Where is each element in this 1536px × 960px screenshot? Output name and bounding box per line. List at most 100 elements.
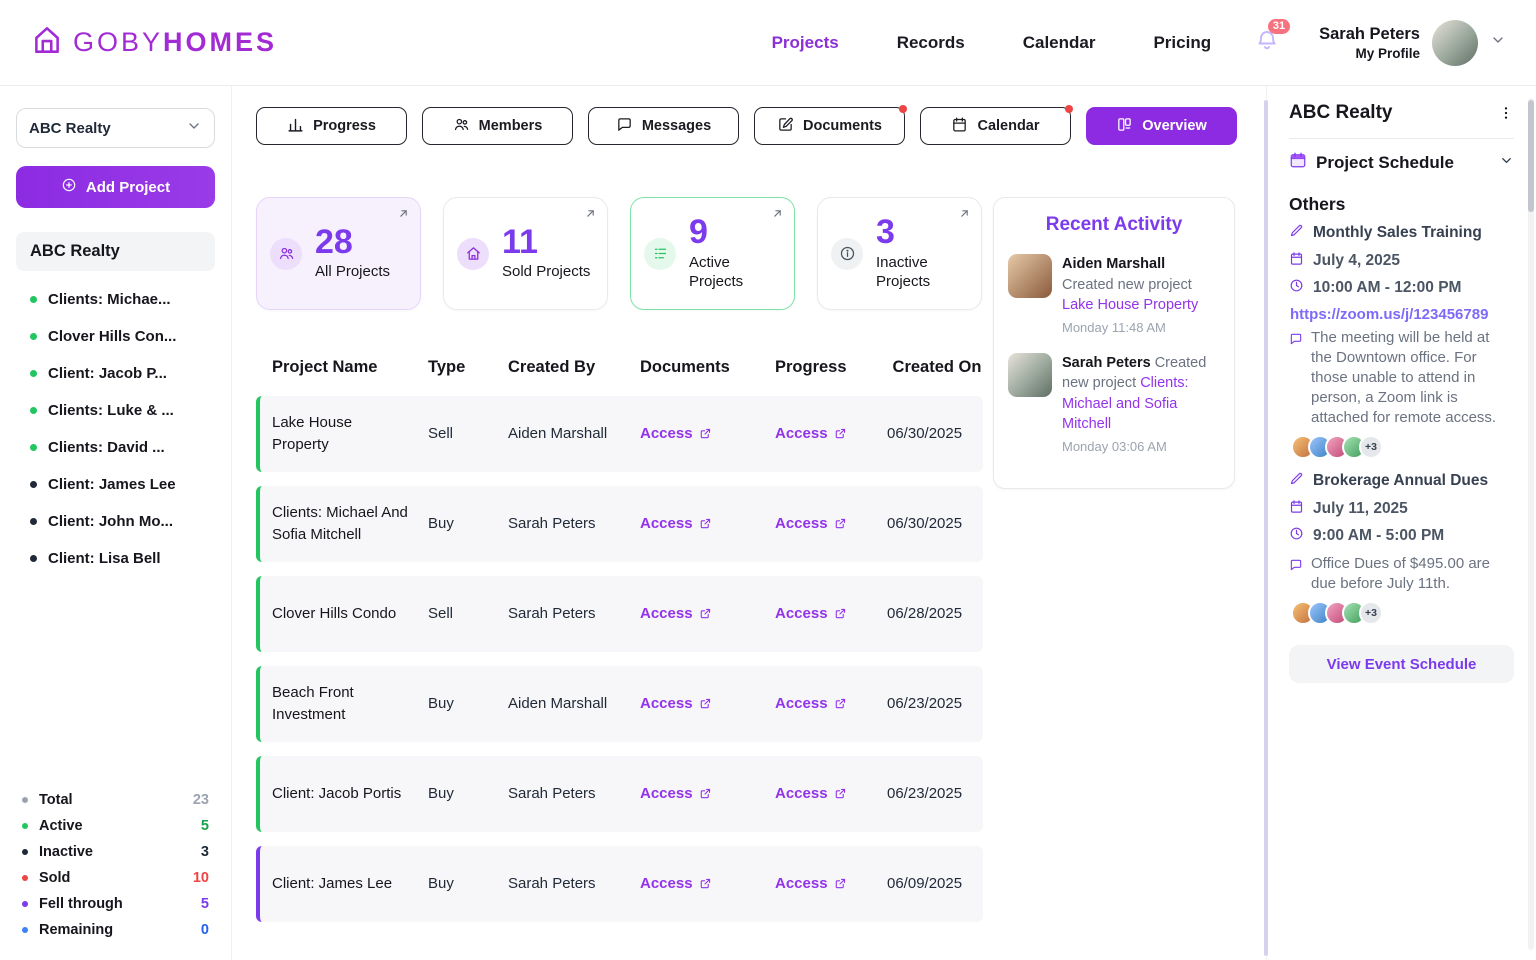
documents-access-link[interactable]: Access [640,605,775,622]
arrow-up-right-icon[interactable] [397,207,410,225]
card-all-projects[interactable]: 28 All Projects [256,197,421,310]
created-on: 06/28/2025 [887,605,987,622]
tab-label: Progress [313,118,376,134]
recent-activity-panel: Recent Activity Aiden Marshall Created n… [993,197,1235,489]
sidebar-item-project[interactable]: Client: Jacob P... [16,355,215,392]
nav-pricing[interactable]: Pricing [1153,33,1211,53]
user-avatar[interactable] [1432,20,1478,66]
documents-access-link[interactable]: Access [640,695,775,712]
stat-value: 5 [201,896,209,912]
sidebar-item-project[interactable]: Clover Hills Con... [16,318,215,355]
stat-label: Total [39,792,73,808]
plus-circle-icon [61,177,77,197]
org-select[interactable]: ABC Realty [16,108,215,148]
progress-access-link[interactable]: Access [775,425,887,442]
card-value: 3 [876,215,971,251]
arrow-up-right-icon[interactable] [771,207,784,225]
stat-label: Inactive [39,844,93,860]
bar-chart-icon [287,116,304,137]
tab-label: Members [479,118,543,134]
add-project-label: Add Project [86,179,170,196]
event-attendees: +3 [1291,435,1514,459]
arrow-up-right-icon[interactable] [958,207,971,225]
tab-documents[interactable]: Documents [754,107,905,145]
sidebar-item-project[interactable]: Clients: Michae... [16,281,215,318]
sidebar-item-project[interactable]: Client: Lisa Bell [16,540,215,577]
documents-access-link[interactable]: Access [640,875,775,892]
tab-calendar[interactable]: Calendar [920,107,1071,145]
chevron-down-icon[interactable] [1490,32,1506,53]
chevron-down-icon[interactable] [1499,153,1514,173]
card-active-projects[interactable]: 9 Active Projects [630,197,795,310]
progress-access-link[interactable]: Access [775,875,887,892]
tab-overview[interactable]: Overview [1086,107,1237,145]
page-scrollbar-thumb[interactable] [1528,100,1534,212]
org-select-value: ABC Realty [29,120,111,137]
tab-label: Overview [1142,118,1207,134]
nav-calendar[interactable]: Calendar [1023,33,1096,53]
event-attendees: +3 [1291,601,1514,625]
kebab-menu-icon[interactable] [1498,105,1514,121]
stat-value: 10 [193,870,209,886]
user-menu[interactable]: Sarah Peters My Profile [1319,20,1506,66]
notification-badge: 31 [1268,19,1290,34]
sidebar-item-project[interactable]: Clients: Luke & ... [16,392,215,429]
documents-access-link[interactable]: Access [640,515,775,532]
card-inactive-projects[interactable]: 3 Inactive Projects [817,197,982,310]
documents-access-link[interactable]: Access [640,785,775,802]
chat-icon [616,116,633,137]
calendar-icon [951,116,968,137]
left-sidebar: ABC Realty Add Project ABC Realty Client… [0,86,232,960]
brand-name: GOBYHOMES [73,27,277,58]
project-type: Buy [428,695,508,712]
external-link-icon [834,787,847,800]
nav-projects[interactable]: Projects [772,33,839,53]
right-panel-header: ABC Realty [1289,102,1514,124]
table-row: Beach Front Investment Buy Aiden Marshal… [256,666,983,742]
stat-value: 0 [201,922,209,938]
stat-total: Total23 [22,792,209,808]
progress-access-link[interactable]: Access [775,695,887,712]
arrow-up-right-icon[interactable] [584,207,597,225]
notifications-button[interactable]: 31 [1255,28,1279,57]
sidebar-item-project[interactable]: Client: James Lee [16,466,215,503]
event-time: 9:00 AM - 5:00 PM [1313,527,1444,546]
created-by: Sarah Peters [508,515,640,532]
card-sold-projects[interactable]: 11 Sold Projects [443,197,608,310]
event-zoom-link[interactable]: https://zoom.us/j/123456789 [1290,306,1514,323]
event-note: The meeting will be held at the Downtown… [1311,328,1514,428]
nav-records[interactable]: Records [897,33,965,53]
status-dot [30,333,37,340]
main-scrollbar[interactable] [1264,100,1268,956]
view-event-schedule-button[interactable]: View Event Schedule [1289,645,1514,683]
external-link-icon [834,517,847,530]
sidebar-item-project[interactable]: Client: John Mo... [16,503,215,540]
activity-user: Aiden Marshall [1062,256,1165,272]
tab-members[interactable]: Members [422,107,573,145]
status-dot [30,481,37,488]
main-content: Progress Members Messages Documents Cale… [232,86,1266,960]
sidebar-item-project[interactable]: Clients: David ... [16,429,215,466]
add-project-button[interactable]: Add Project [16,166,215,208]
created-on: 06/23/2025 [887,785,987,802]
tab-progress[interactable]: Progress [256,107,407,145]
external-link-icon [834,877,847,890]
overview-left-column: 28 All Projects 11 Sold Projects [256,197,983,936]
event-card: Brokerage Annual Dues July 11, 2025 9:00… [1289,471,1514,625]
progress-access-link[interactable]: Access [775,785,887,802]
stat-cards: 28 All Projects 11 Sold Projects [256,197,983,310]
user-name: Sarah Peters [1319,25,1420,44]
event-title-row: Monthly Sales Training [1289,223,1514,244]
project-schedule-toggle[interactable]: Project Schedule [1289,151,1514,174]
sidebar-item-label: Clients: Luke & ... [48,402,174,419]
overview-content: 28 All Projects 11 Sold Projects [256,197,1242,936]
column-header: Created On [887,358,987,378]
progress-access-link[interactable]: Access [775,515,887,532]
activity-project-link[interactable]: Lake House Property [1062,297,1198,313]
progress-access-link[interactable]: Access [775,605,887,622]
sidebar-item-label: Clover Hills Con... [48,328,176,345]
page-scrollbar-track[interactable] [1528,98,1534,950]
table-row: Lake House Property Sell Aiden Marshall … [256,396,983,472]
documents-access-link[interactable]: Access [640,425,775,442]
tab-messages[interactable]: Messages [588,107,739,145]
